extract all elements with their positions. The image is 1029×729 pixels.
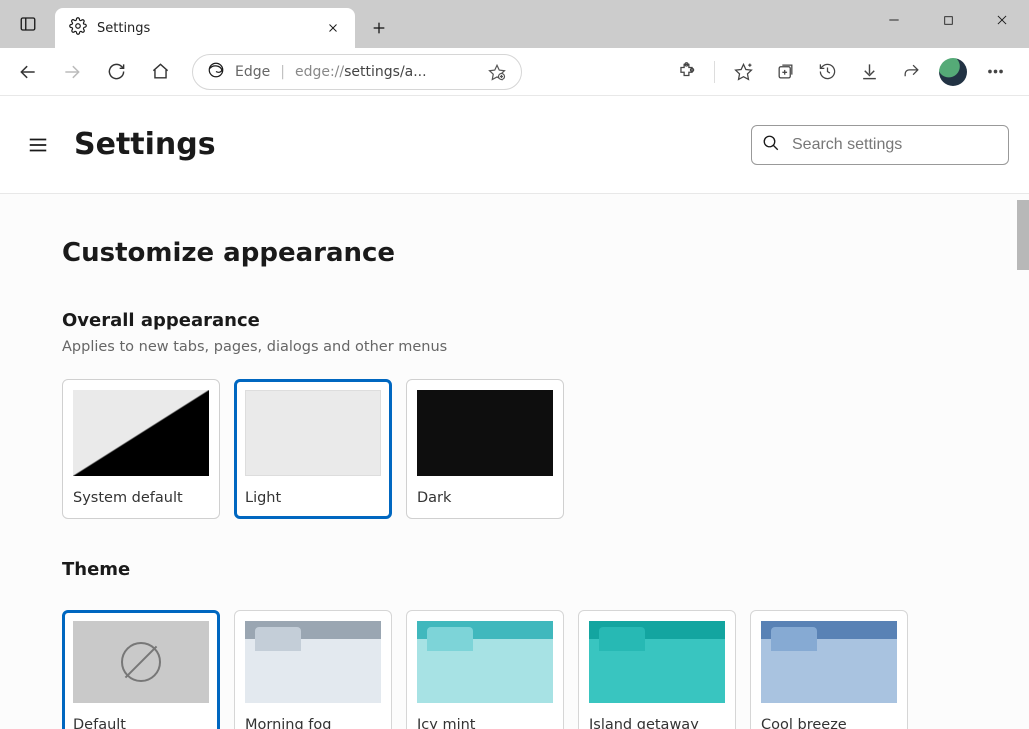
- theme-label: Default: [73, 717, 209, 729]
- theme-option-cool-breeze[interactable]: Cool breeze: [750, 610, 908, 729]
- theme-option-icy-mint[interactable]: Icy mint: [406, 610, 564, 729]
- window-controls: [867, 0, 1029, 40]
- downloads-button[interactable]: [849, 52, 889, 92]
- separator: |: [280, 64, 285, 80]
- content-area: Customize appearance Overall appearance …: [0, 194, 1029, 729]
- appearance-label: Light: [245, 490, 381, 506]
- refresh-button[interactable]: [96, 52, 136, 92]
- theme-options: Default Morning fog Icy mint: [62, 610, 960, 729]
- browser-toolbar: Edge | edge://settings/a...: [0, 48, 1029, 96]
- theme-option-default[interactable]: Default: [62, 610, 220, 729]
- tab-settings[interactable]: Settings: [55, 8, 355, 48]
- swatch-morning-fog: [245, 621, 381, 703]
- overall-appearance-options: System default Light Dark: [62, 379, 960, 519]
- url-text: edge://settings/a...: [295, 64, 427, 80]
- favorite-button[interactable]: [481, 56, 513, 88]
- search-icon: [762, 134, 780, 156]
- share-button[interactable]: [891, 52, 931, 92]
- swatch-dark: [417, 390, 553, 476]
- settings-search-input[interactable]: [792, 136, 998, 154]
- appearance-option-dark[interactable]: Dark: [406, 379, 564, 519]
- menu-button[interactable]: [20, 127, 56, 163]
- swatch-default: [73, 621, 209, 703]
- swatch-cool-breeze: [761, 621, 897, 703]
- appearance-label: Dark: [417, 490, 553, 506]
- favorites-button[interactable]: [723, 52, 763, 92]
- new-tab-button[interactable]: [359, 8, 399, 48]
- swatch-island-getaway: [589, 621, 725, 703]
- appearance-option-system-default[interactable]: System default: [62, 379, 220, 519]
- history-button[interactable]: [807, 52, 847, 92]
- gear-icon: [69, 17, 87, 39]
- toolbar-right: [666, 52, 1021, 92]
- site-identity-label: Edge: [235, 64, 270, 80]
- scrollbar-thumb[interactable]: [1017, 200, 1029, 270]
- minimize-button[interactable]: [867, 0, 921, 40]
- maximize-button[interactable]: [921, 0, 975, 40]
- collections-button[interactable]: [765, 52, 805, 92]
- divider: [714, 61, 715, 83]
- settings-title: Settings: [74, 127, 216, 162]
- appearance-label: System default: [73, 490, 209, 506]
- forward-button[interactable]: [52, 52, 92, 92]
- edge-logo-icon: [207, 61, 225, 83]
- swatch-light: [245, 390, 381, 476]
- theme-label: Cool breeze: [761, 717, 897, 729]
- settings-search[interactable]: [751, 125, 1009, 165]
- tab-close-button[interactable]: [321, 16, 345, 40]
- tabstrip: Settings: [55, 0, 399, 48]
- theme-label: Morning fog: [245, 717, 381, 729]
- more-button[interactable]: [975, 52, 1015, 92]
- swatch-system: [73, 390, 209, 476]
- settings-header: Settings: [0, 96, 1029, 194]
- tab-title: Settings: [97, 21, 311, 36]
- swatch-icy-mint: [417, 621, 553, 703]
- back-button[interactable]: [8, 52, 48, 92]
- close-button[interactable]: [975, 0, 1029, 40]
- no-theme-icon: [121, 642, 161, 682]
- page-heading: Customize appearance: [62, 238, 960, 268]
- address-bar[interactable]: Edge | edge://settings/a...: [192, 54, 522, 90]
- overall-appearance-desc: Applies to new tabs, pages, dialogs and …: [62, 339, 960, 355]
- theme-label: Island getaway: [589, 717, 725, 729]
- overall-appearance-title: Overall appearance: [62, 310, 960, 331]
- tab-actions-button[interactable]: [0, 0, 55, 48]
- home-button[interactable]: [140, 52, 180, 92]
- theme-option-island-getaway[interactable]: Island getaway: [578, 610, 736, 729]
- theme-label: Icy mint: [417, 717, 553, 729]
- titlebar: Settings: [0, 0, 1029, 48]
- appearance-option-light[interactable]: Light: [234, 379, 392, 519]
- theme-option-morning-fog[interactable]: Morning fog: [234, 610, 392, 729]
- extensions-button[interactable]: [666, 52, 706, 92]
- theme-title: Theme: [62, 559, 960, 580]
- profile-avatar[interactable]: [939, 58, 967, 86]
